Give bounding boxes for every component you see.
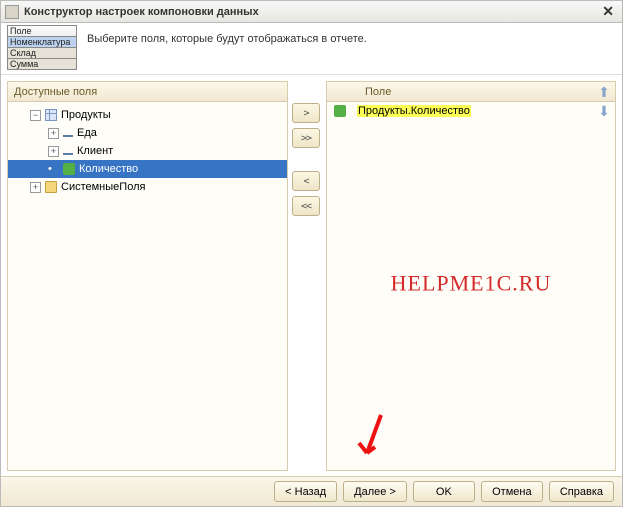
- available-fields-header: Доступные поля: [8, 82, 287, 102]
- cancel-button[interactable]: Отмена: [481, 481, 543, 502]
- bullet-icon: •: [48, 163, 59, 175]
- col-field: Поле: [365, 86, 391, 98]
- watermark: HELPME1C.RU: [391, 270, 552, 296]
- selected-list[interactable]: Продукты.Количество HELPME1C.RU: [327, 102, 615, 470]
- tree-label: СистемныеПоля: [61, 181, 145, 193]
- selected-label: Продукты.Количество: [357, 105, 471, 117]
- tree-node-client[interactable]: + Клиент: [8, 142, 287, 160]
- next-button[interactable]: Далее >: [343, 481, 407, 502]
- move-buttons: > >> < <<: [288, 81, 326, 471]
- titlebar: Конструктор настроек компоновки данных ✕: [1, 1, 622, 23]
- expander-icon[interactable]: −: [30, 110, 41, 121]
- fields-tree[interactable]: − Продукты + Еда + Клиент • Количество: [8, 102, 287, 470]
- expander-icon[interactable]: +: [48, 146, 59, 157]
- tree-label: Количество: [79, 163, 138, 175]
- tree-node-quantity[interactable]: • Количество: [8, 160, 287, 178]
- remove-button[interactable]: <: [292, 171, 320, 191]
- app-icon: [5, 5, 19, 19]
- tree-node-food[interactable]: + Еда: [8, 124, 287, 142]
- table-icon: [45, 109, 57, 121]
- field-icon: [63, 153, 73, 155]
- remove-all-button[interactable]: <<: [292, 196, 320, 216]
- footer: < Назад Далее > OK Отмена Справка: [1, 476, 622, 506]
- list-item[interactable]: Продукты.Количество: [327, 102, 615, 120]
- move-up-button[interactable]: ⬆: [596, 84, 612, 100]
- expander-icon[interactable]: +: [30, 182, 41, 193]
- window-title: Конструктор настроек компоновки данных: [24, 6, 598, 18]
- tree-label: Продукты: [61, 109, 111, 121]
- selected-fields-panel: Поле ⬆ ⬇ Продукты.Количество HELPME1C.RU: [326, 81, 616, 471]
- number-field-icon: [334, 105, 346, 117]
- tree-label: Клиент: [77, 145, 113, 157]
- available-fields-panel: Доступные поля − Продукты + Еда + Клиент: [7, 81, 288, 471]
- upper-region: Поле Номенклатура Склад Сумма Выберите п…: [1, 23, 622, 75]
- ok-button[interactable]: OK: [413, 481, 475, 502]
- tree-node-system-fields[interactable]: + СистемныеПоля: [8, 178, 287, 196]
- number-field-icon: [63, 163, 75, 175]
- instruction-text: Выберите поля, которые будут отображатьс…: [79, 23, 375, 74]
- close-button[interactable]: ✕: [598, 3, 618, 20]
- folder-icon: [45, 181, 57, 193]
- field-icon: [63, 135, 73, 137]
- field-tabs: Поле Номенклатура Склад Сумма: [1, 23, 79, 74]
- selected-fields-header: Поле: [327, 82, 615, 102]
- add-button[interactable]: >: [292, 103, 320, 123]
- tab-nomenclature[interactable]: Номенклатура: [7, 36, 77, 48]
- add-all-button[interactable]: >>: [292, 128, 320, 148]
- tree-label: Еда: [77, 127, 97, 139]
- back-button[interactable]: < Назад: [274, 481, 337, 502]
- main-region: Доступные поля − Продукты + Еда + Клиент: [7, 81, 616, 471]
- help-button[interactable]: Справка: [549, 481, 614, 502]
- expander-icon[interactable]: +: [48, 128, 59, 139]
- tab-sum[interactable]: Сумма: [7, 58, 77, 70]
- tree-node-products[interactable]: − Продукты: [8, 106, 287, 124]
